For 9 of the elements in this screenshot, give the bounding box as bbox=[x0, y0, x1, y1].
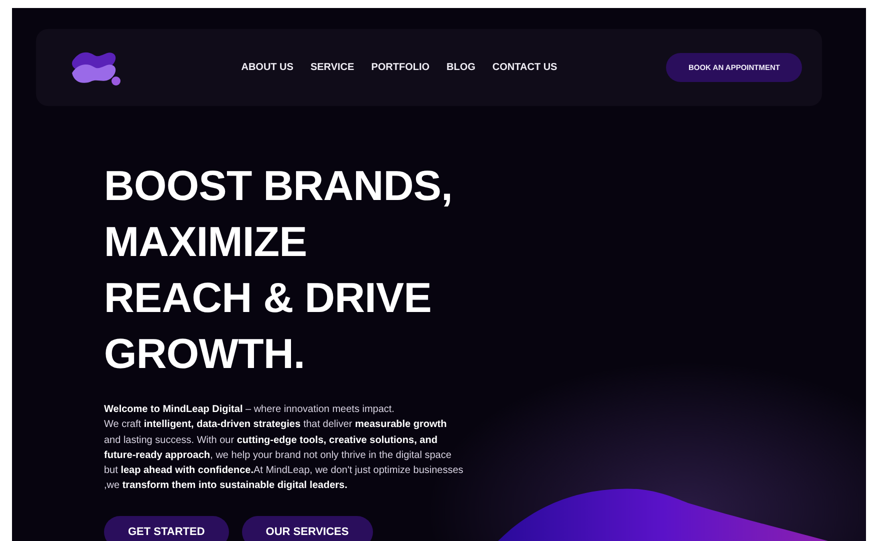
nav-link[interactable]: PORTFOLIO bbox=[371, 62, 430, 73]
nav-link[interactable]: ABOUT US bbox=[241, 62, 294, 73]
hero-heading: BOOST BRANDS, MAXIMIZE REACH & DRIVE GROWTH. bbox=[104, 161, 454, 379]
intro-paragraph: Welcome to MindLeap Digital – where innovation meets impact. We craft intelligent, data-driven strategies that deliver measurable growth and lasting success. With our cutting-edge tools, creative solutions, and future-ready approach, we help your brand not only thrive in the digital space but leap ahead with confidence.At MindLeap, we don't just optimize businesses ,we transform them into sustainable digital leaders. bbox=[104, 403, 464, 494]
nav-link[interactable]: CONTACT US bbox=[492, 62, 558, 73]
nav-link[interactable]: BLOG bbox=[446, 62, 476, 73]
hero-button[interactable]: GET STARTED bbox=[104, 516, 229, 541]
hero-button[interactable]: OUR SERVICES bbox=[242, 516, 373, 541]
nav-link[interactable]: SERVICE bbox=[310, 62, 354, 73]
